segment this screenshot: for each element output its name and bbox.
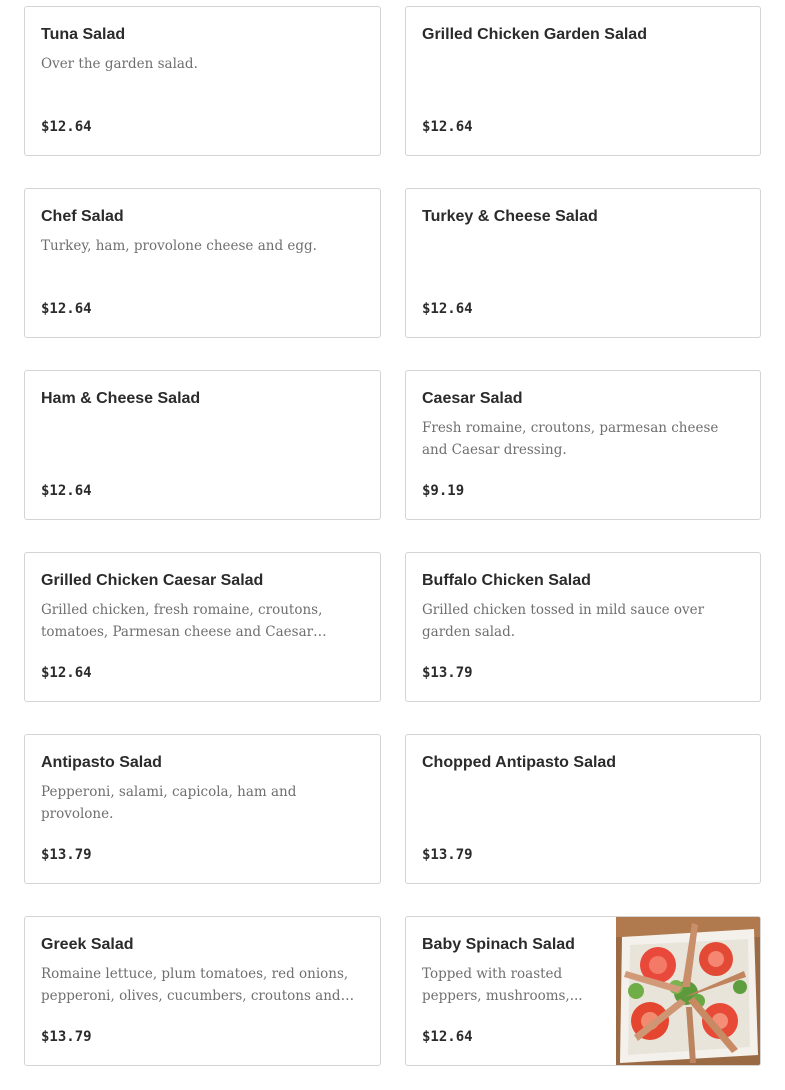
menu-item-price: $12.64: [41, 483, 92, 499]
menu-item-name: Buffalo Chicken Salad: [422, 572, 591, 589]
menu-item-name: Grilled Chicken Garden Salad: [422, 26, 647, 43]
menu-item-name: Caesar Salad: [422, 390, 523, 407]
menu-item-body: Grilled Chicken Caesar Salad Grilled chi…: [41, 553, 364, 701]
menu-item-body: Turkey & Cheese Salad $12.64: [422, 189, 744, 337]
menu-item-name: Antipasto Salad: [41, 754, 162, 771]
menu-item-price: $12.64: [422, 119, 473, 135]
menu-item-price: $13.79: [422, 847, 473, 863]
menu-item-name: Grilled Chicken Caesar Salad: [41, 572, 264, 589]
menu-item-body: Greek Salad Romaine lettuce, plum tomato…: [41, 917, 364, 1065]
menu-item-body: Antipasto Salad Pepperoni, salami, capic…: [41, 735, 364, 883]
menu-item-description: Pepperoni, salami, capicola, ham and pro…: [41, 784, 297, 822]
menu-item-name: Chef Salad: [41, 208, 124, 225]
menu-item-card[interactable]: Baby Spinach Salad Topped with roasted p…: [405, 916, 761, 1066]
menu-item-name: Ham & Cheese Salad: [41, 390, 201, 407]
menu-item-card[interactable]: Buffalo Chicken Salad Grilled chicken to…: [405, 552, 761, 702]
menu-item-card[interactable]: Grilled Chicken Caesar Salad Grilled chi…: [24, 552, 381, 702]
menu-item-photo: [616, 917, 760, 1065]
menu-item-description: Over the garden salad.: [41, 56, 198, 72]
menu-item-name: Greek Salad: [41, 936, 134, 953]
menu-item-name: Tuna Salad: [41, 26, 126, 43]
menu-item-price: $12.64: [41, 665, 92, 681]
menu-item-card[interactable]: Turkey & Cheese Salad $12.64: [405, 188, 761, 338]
menu-item-description: Grilled chicken, fresh romaine, croutons…: [41, 602, 323, 640]
menu-item-price: $9.19: [422, 483, 465, 499]
menu-item-body: Grilled Chicken Garden Salad $12.64: [422, 7, 744, 155]
menu-item-card[interactable]: Chef Salad Turkey, ham, provolone cheese…: [24, 188, 381, 338]
menu-item-body: Buffalo Chicken Salad Grilled chicken to…: [422, 553, 744, 701]
menu-item-body: Tuna Salad Over the garden salad. $12.64: [41, 7, 364, 155]
menu-item-body: Chopped Antipasto Salad $13.79: [422, 735, 744, 883]
menu-item-body: Baby Spinach Salad Topped with roasted p…: [422, 917, 600, 1065]
menu-item-name: Baby Spinach Salad: [422, 936, 575, 953]
menu-item-card[interactable]: Chopped Antipasto Salad $13.79: [405, 734, 761, 884]
menu-item-description: Turkey, ham, provolone cheese and egg.: [41, 238, 317, 254]
menu-item-description: Grilled chicken tossed in mild sauce ove…: [422, 602, 705, 640]
menu-item-card[interactable]: Ham & Cheese Salad $12.64: [24, 370, 381, 520]
menu-item-description: Romaine lettuce, plum tomatoes, red onio…: [41, 966, 349, 1004]
menu-item-price: $12.64: [422, 1029, 473, 1045]
menu-items-grid: Tuna Salad Over the garden salad. $12.64…: [24, 6, 761, 1066]
menu-item-card[interactable]: Antipasto Salad Pepperoni, salami, capic…: [24, 734, 381, 884]
menu-item-price: $13.79: [41, 847, 92, 863]
menu-item-body: Chef Salad Turkey, ham, provolone cheese…: [41, 189, 364, 337]
menu-item-card[interactable]: Greek Salad Romaine lettuce, plum tomato…: [24, 916, 381, 1066]
menu-item-body: Caesar Salad Fresh romaine, croutons, pa…: [422, 371, 744, 519]
menu-item-name: Chopped Antipasto Salad: [422, 754, 617, 771]
salad-photo-image: [616, 917, 760, 1065]
menu-item-card[interactable]: Caesar Salad Fresh romaine, croutons, pa…: [405, 370, 761, 520]
menu-item-body: Ham & Cheese Salad $12.64: [41, 371, 364, 519]
menu-item-price: $13.79: [422, 665, 473, 681]
menu-item-card[interactable]: Tuna Salad Over the garden salad. $12.64: [24, 6, 381, 156]
menu-item-price: $12.64: [41, 119, 92, 135]
menu-item-price: $12.64: [41, 301, 92, 317]
menu-item-description: Topped with roasted peppers, mushrooms,.…: [422, 966, 583, 1004]
menu-item-price: $13.79: [41, 1029, 92, 1045]
menu-item-price: $12.64: [422, 301, 473, 317]
menu-item-description: Fresh romaine, croutons, parmesan cheese…: [422, 420, 719, 458]
menu-item-name: Turkey & Cheese Salad: [422, 208, 598, 225]
menu-item-card[interactable]: Grilled Chicken Garden Salad $12.64: [405, 6, 761, 156]
